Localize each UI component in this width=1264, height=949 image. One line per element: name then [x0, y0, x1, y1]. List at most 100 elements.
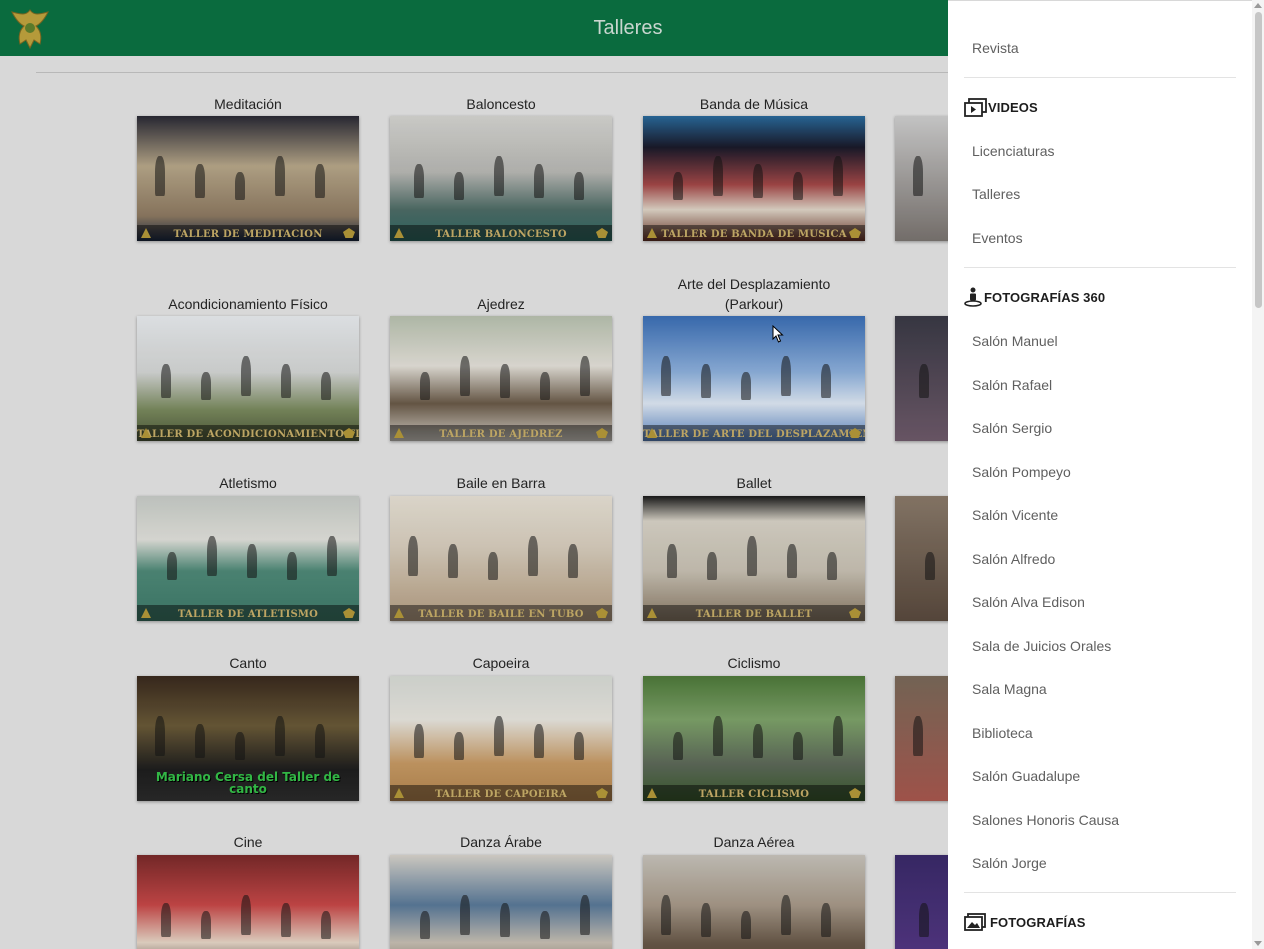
nav-item-talleres[interactable]: Talleres — [972, 185, 1020, 203]
scrollbar-thumb[interactable] — [1255, 12, 1262, 308]
workshop-title[interactable]: Ballet — [613, 473, 895, 493]
workshop-video-thumbnail[interactable]: TALLER DE MEDITACIÓN — [137, 116, 359, 241]
workshop-title[interactable]: Cine — [107, 832, 389, 852]
nav-item-360[interactable]: Salón Vicente — [972, 506, 1058, 524]
workshop-title[interactable]: Acondicionamiento Físico — [107, 294, 389, 314]
workshop-video-thumbnail[interactable]: TALLER BALONCESTO — [390, 116, 612, 241]
workshop-video-thumbnail[interactable] — [643, 855, 865, 949]
divider — [964, 267, 1236, 268]
workshop-video-thumbnail[interactable]: TALLER DE AJEDREZ — [390, 316, 612, 441]
nav-item-360[interactable]: Biblioteca — [972, 724, 1033, 742]
photo-detail — [793, 732, 803, 760]
photo-detail — [701, 364, 711, 398]
nav-item-360[interactable]: Salones Honoris Causa — [972, 811, 1119, 829]
photo-detail — [753, 164, 763, 198]
workshop-video-thumbnail[interactable]: TALLER DE ACONDICIONAMIENTO FÍSICO — [137, 316, 359, 441]
thumbnail-caption: TALLER DE AJEDREZ — [439, 429, 563, 440]
person-360-icon — [964, 286, 984, 308]
nav-item-eventos[interactable]: Eventos — [972, 229, 1023, 247]
nav-item-360[interactable]: Salón Alva Edison — [972, 593, 1085, 611]
photo-detail — [321, 372, 331, 400]
workshop-video-thumbnail[interactable]: TALLER DE BALLET — [643, 496, 865, 621]
workshop-video-thumbnail[interactable] — [895, 116, 948, 241]
photo-detail — [913, 716, 923, 756]
workshops-grid: Meditación TALLER DE MEDITACIÓN Baloncesto… — [0, 56, 948, 949]
photo-detail — [793, 172, 803, 200]
nav-item-360[interactable]: Salón Alfredo — [972, 550, 1055, 568]
nav-item-360[interactable]: Salón Sergio — [972, 419, 1052, 437]
photo-detail — [201, 372, 211, 400]
photo-detail — [913, 156, 923, 196]
photo-detail — [540, 372, 550, 400]
nav-item-360[interactable]: Salón Guadalupe — [972, 767, 1080, 785]
workshop-video-thumbnail[interactable]: TALLER DE CAPOEIRA — [390, 676, 612, 801]
workshop-video-thumbnail[interactable] — [390, 855, 612, 949]
photo-detail — [488, 552, 498, 580]
workshop-video-thumbnail[interactable] — [895, 496, 948, 621]
workshop-title[interactable]: Banda de Música — [613, 94, 895, 114]
workshop-video-thumbnail[interactable]: TALLER DE ARTE DEL DESPLAZAMIENTO "PARKO… — [643, 316, 865, 441]
workshop-title[interactable]: Baloncesto — [360, 94, 642, 114]
thumbnail-caption: Mariano Cersa del Taller de canto — [155, 770, 341, 796]
workshop-title[interactable]: Canto — [107, 653, 389, 673]
workshop-title[interactable]: Danza Árabe — [360, 832, 642, 852]
workshop-title[interactable]: Danza Aérea — [613, 832, 895, 852]
photo-detail — [460, 356, 470, 396]
photo-detail — [321, 911, 331, 939]
thumbnail-caption: TALLER DE BAILE EN TUBO — [418, 609, 584, 620]
workshop-video-thumbnail[interactable] — [895, 676, 948, 801]
photo-detail — [275, 156, 285, 196]
workshop-video-thumbnail[interactable]: TALLER DE ATLETISMO — [137, 496, 359, 621]
photo-detail — [241, 895, 251, 935]
photo-detail — [155, 716, 165, 756]
workshop-title[interactable]: Capoeira — [360, 653, 642, 673]
photo-detail — [534, 724, 544, 758]
nav-item-360[interactable]: Salón Pompeyo — [972, 463, 1071, 481]
workshop-title[interactable]: Arte del Desplazamiento (Parkour) — [659, 274, 849, 314]
photo-detail — [833, 156, 843, 196]
workshop-video-thumbnail[interactable] — [137, 855, 359, 949]
nav-item-360[interactable]: Salón Jorge — [972, 854, 1047, 872]
workshop-video-thumbnail[interactable] — [895, 855, 948, 949]
workshop-video-thumbnail[interactable]: Mariano Cersa del Taller de canto — [137, 676, 359, 801]
nav-item-360[interactable]: Sala Magna — [972, 680, 1047, 698]
nav-item-360[interactable]: Salón Manuel — [972, 332, 1058, 350]
photo-detail — [713, 156, 723, 196]
scroll-up-icon[interactable] — [1254, 3, 1262, 8]
photo-detail — [713, 716, 723, 756]
photo-detail — [827, 552, 837, 580]
thumbnail-caption: TALLER DE ARTE DEL DESPLAZAMIENTO "PARKO… — [643, 429, 865, 440]
photo-detail — [414, 164, 424, 198]
nav-item-licenciaturas[interactable]: Licenciaturas — [972, 142, 1055, 160]
photo-detail — [667, 544, 677, 578]
nav-item-360[interactable]: Sala de Juicios Orales — [972, 637, 1111, 655]
photo-detail — [201, 911, 211, 939]
workshop-title[interactable]: Ciclismo — [613, 653, 895, 673]
photo-detail — [534, 164, 544, 198]
workshop-title[interactable]: Meditación — [107, 94, 389, 114]
photo-detail — [781, 895, 791, 935]
workshop-title[interactable]: Cier — [865, 653, 948, 673]
divider — [36, 72, 948, 73]
workshop-video-thumbnail[interactable]: TALLER CICLISMO — [643, 676, 865, 801]
drawer-scrollbar[interactable] — [1252, 0, 1264, 949]
thumbnail-caption: TALLER DE CAPOEIRA — [435, 789, 567, 800]
nav-item-revista[interactable]: Revista — [972, 39, 1019, 57]
workshop-title[interactable]: Ajedrez — [360, 294, 642, 314]
photo-detail — [661, 895, 671, 935]
photo-detail — [741, 372, 751, 400]
workshop-video-thumbnail[interactable] — [895, 316, 948, 441]
thumbnail-caption: TALLER DE ACONDICIONAMIENTO FÍSICO — [137, 429, 359, 440]
workshop-title[interactable]: Baile en Barra — [360, 473, 642, 493]
thumbnail-caption: TALLER DE BALLET — [695, 609, 813, 620]
scroll-down-icon[interactable] — [1254, 941, 1262, 946]
photo-detail — [315, 164, 325, 198]
photo-detail — [494, 156, 504, 196]
nav-item-360[interactable]: Salón Rafael — [972, 376, 1052, 394]
photo-detail — [787, 544, 797, 578]
photo-detail — [701, 903, 711, 937]
workshop-title[interactable]: Atletismo — [107, 473, 389, 493]
workshop-video-thumbnail[interactable]: TALLER DE BAILE EN TUBO — [390, 496, 612, 621]
photo-detail — [414, 724, 424, 758]
workshop-video-thumbnail[interactable]: TALLER DE BANDA DE MUSICA — [643, 116, 865, 241]
